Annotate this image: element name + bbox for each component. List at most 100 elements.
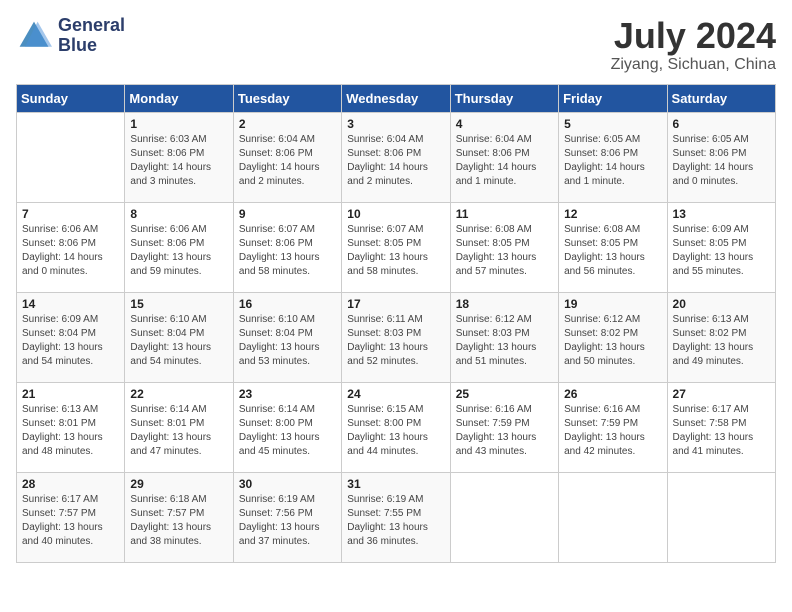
day-number: 15 (130, 297, 227, 311)
title-block: July 2024 Ziyang, Sichuan, China (611, 16, 776, 74)
day-number: 14 (22, 297, 119, 311)
daylight-text: Daylight: 13 hours and 36 minutes. (347, 522, 428, 547)
day-number: 24 (347, 387, 444, 401)
calendar-cell: 28 Sunrise: 6:17 AM Sunset: 7:57 PM Dayligh… (17, 472, 125, 562)
daylight-text: Daylight: 13 hours and 44 minutes. (347, 432, 428, 457)
calendar-cell: 23Sunrise: 6:14 AMSunset: 8:00 PMDayligh… (233, 382, 341, 472)
day-detail: Sunrise: 6:16 AMSunset: 7:59 PMDaylight:… (456, 403, 553, 459)
page-header: General Blue July 2024 Ziyang, Sichuan, … (16, 16, 776, 74)
day-detail: Sunrise: 6:08 AMSunset: 8:05 PMDaylight:… (456, 223, 553, 279)
sunset-text: Sunset: 8:06 PM (130, 238, 204, 249)
sunrise-text: Sunrise: 6:12 AM (564, 314, 640, 325)
day-detail: Sunrise: 6:07 AMSunset: 8:06 PMDaylight:… (239, 223, 336, 279)
daylight-text: Daylight: 13 hours and 54 minutes. (22, 342, 103, 367)
day-detail: Sunrise: 6:14 AMSunset: 8:01 PMDaylight:… (130, 403, 227, 459)
calendar-week-row: 28 Sunrise: 6:17 AM Sunset: 7:57 PM Dayligh… (17, 472, 776, 562)
sunrise-text: Sunrise: 6:09 AM (22, 314, 98, 325)
calendar-cell: 19 Sunrise: 6:12 AMSunset: 8:02 PMDayligh… (559, 292, 667, 382)
sunset-text: Sunset: 8:04 PM (22, 328, 96, 339)
day-number: 28 (22, 477, 119, 491)
day-number: 19 (564, 297, 661, 311)
daylight-text: Daylight: 13 hours and 47 minutes. (130, 432, 211, 457)
day-number: 1 (130, 117, 227, 131)
logo-text: General Blue (58, 16, 125, 56)
calendar-cell: 8 Sunrise: 6:06 AMSunset: 8:06 PMDaylight… (125, 202, 233, 292)
sunset-text: Sunset: 8:03 PM (456, 328, 530, 339)
day-detail: Sunrise: 6:13 AMSunset: 8:01 PMDaylight:… (22, 403, 119, 459)
day-number: 30 (239, 477, 336, 491)
col-header-wednesday: Wednesday (342, 84, 450, 112)
calendar-week-row: 21Sunrise: 6:13 AMSunset: 8:01 PMDayligh… (17, 382, 776, 472)
col-header-friday: Friday (559, 84, 667, 112)
daylight-text: Daylight: 13 hours and 40 minutes. (22, 522, 103, 547)
day-detail: Sunrise: 6:04 AMSunset: 8:06 PMDaylight:… (456, 133, 553, 189)
day-number: 26 (564, 387, 661, 401)
calendar-week-row: 14 Sunrise: 6:09 AM Sunset: 8:04 PM Dayligh… (17, 292, 776, 382)
calendar-cell: 20Sunrise: 6:13 AMSunset: 8:02 PMDayligh… (667, 292, 775, 382)
daylight-text: Daylight: 13 hours and 51 minutes. (456, 342, 537, 367)
sunset-text: Sunset: 8:06 PM (456, 148, 530, 159)
day-number: 11 (456, 207, 553, 221)
calendar-cell: 15Sunrise: 6:10 AMSunset: 8:04 PMDayligh… (125, 292, 233, 382)
day-detail: Sunrise: 6:12 AMSunset: 8:02 PMDaylight:… (564, 313, 661, 369)
sunrise-text: Sunrise: 6:12 AM (456, 314, 532, 325)
sunset-text: Sunset: 8:04 PM (130, 328, 204, 339)
day-number: 5 (564, 117, 661, 131)
daylight-text: Daylight: 13 hours and 58 minutes. (239, 252, 320, 277)
sunset-text: Sunset: 8:00 PM (347, 418, 421, 429)
daylight-text: Daylight: 14 hours and 0 minutes. (673, 162, 754, 187)
calendar-cell: 27Sunrise: 6:17 AMSunset: 7:58 PMDayligh… (667, 382, 775, 472)
day-detail: Sunrise: 6:06 AMSunset: 8:06 PMDaylight:… (130, 223, 227, 279)
location: Ziyang, Sichuan, China (611, 56, 776, 74)
daylight-text: Daylight: 13 hours and 42 minutes. (564, 432, 645, 457)
day-number: 8 (130, 207, 227, 221)
day-detail: Sunrise: 6:10 AMSunset: 8:04 PMDaylight:… (239, 313, 336, 369)
day-detail: Sunrise: 6:18 AMSunset: 7:57 PMDaylight:… (130, 493, 227, 549)
sunrise-text: Sunrise: 6:04 AM (239, 134, 315, 145)
calendar-cell (559, 472, 667, 562)
col-header-thursday: Thursday (450, 84, 558, 112)
calendar-cell: 5Sunrise: 6:05 AMSunset: 8:06 PMDaylight… (559, 112, 667, 202)
sunset-text: Sunset: 8:05 PM (564, 238, 638, 249)
sunrise-text: Sunrise: 6:08 AM (456, 224, 532, 235)
day-detail: Sunrise: 6:16 AMSunset: 7:59 PMDaylight:… (564, 403, 661, 459)
daylight-text: Daylight: 13 hours and 38 minutes. (130, 522, 211, 547)
sunset-text: Sunset: 7:56 PM (239, 508, 313, 519)
day-detail: Sunrise: 6:04 AMSunset: 8:06 PMDaylight:… (347, 133, 444, 189)
calendar-cell: 1Sunrise: 6:03 AMSunset: 8:06 PMDaylight… (125, 112, 233, 202)
sunrise-text: Sunrise: 6:18 AM (130, 494, 206, 505)
day-detail: Sunrise: 6:06 AMSunset: 8:06 PMDaylight:… (22, 223, 119, 279)
day-number: 23 (239, 387, 336, 401)
calendar-cell: 10Sunrise: 6:07 AMSunset: 8:05 PMDayligh… (342, 202, 450, 292)
logo-icon (16, 18, 52, 54)
calendar-cell: 30Sunrise: 6:19 AMSunset: 7:56 PMDayligh… (233, 472, 341, 562)
day-detail: Sunrise: 6:15 AMSunset: 8:00 PMDaylight:… (347, 403, 444, 459)
calendar-cell: 11Sunrise: 6:08 AMSunset: 8:05 PMDayligh… (450, 202, 558, 292)
daylight-text: Daylight: 13 hours and 53 minutes. (239, 342, 320, 367)
calendar-cell: 18Sunrise: 6:12 AMSunset: 8:03 PMDayligh… (450, 292, 558, 382)
sunset-text: Sunset: 7:59 PM (456, 418, 530, 429)
calendar-cell (667, 472, 775, 562)
day-number: 10 (347, 207, 444, 221)
sunset-text: Sunset: 8:05 PM (456, 238, 530, 249)
daylight-text: Daylight: 13 hours and 50 minutes. (564, 342, 645, 367)
calendar-cell: 6Sunrise: 6:05 AMSunset: 8:06 PMDaylight… (667, 112, 775, 202)
daylight-text: Daylight: 13 hours and 56 minutes. (564, 252, 645, 277)
sunrise-text: Sunrise: 6:17 AM (22, 494, 98, 505)
calendar-week-row: 7Sunrise: 6:06 AMSunset: 8:06 PMDaylight… (17, 202, 776, 292)
day-number: 16 (239, 297, 336, 311)
calendar-cell: 13Sunrise: 6:09 AMSunset: 8:05 PMDayligh… (667, 202, 775, 292)
sunset-text: Sunset: 8:03 PM (347, 328, 421, 339)
sunset-text: Sunset: 7:57 PM (22, 508, 96, 519)
sunrise-text: Sunrise: 6:11 AM (347, 314, 422, 325)
daylight-text: Daylight: 13 hours and 55 minutes. (673, 252, 754, 277)
calendar-table: SundayMondayTuesdayWednesdayThursdayFrid… (16, 84, 776, 563)
day-detail: Sunrise: 6:09 AMSunset: 8:05 PMDaylight:… (673, 223, 770, 279)
daylight-text: Daylight: 14 hours and 1 minute. (564, 162, 645, 187)
calendar-cell: 31Sunrise: 6:19 AMSunset: 7:55 PMDayligh… (342, 472, 450, 562)
sunset-text: Sunset: 8:06 PM (239, 148, 313, 159)
sunrise-text: Sunrise: 6:03 AM (130, 134, 206, 145)
sunrise-text: Sunrise: 6:05 AM (564, 134, 640, 145)
sunset-text: Sunset: 8:02 PM (673, 328, 747, 339)
sunset-text: Sunset: 8:01 PM (130, 418, 204, 429)
